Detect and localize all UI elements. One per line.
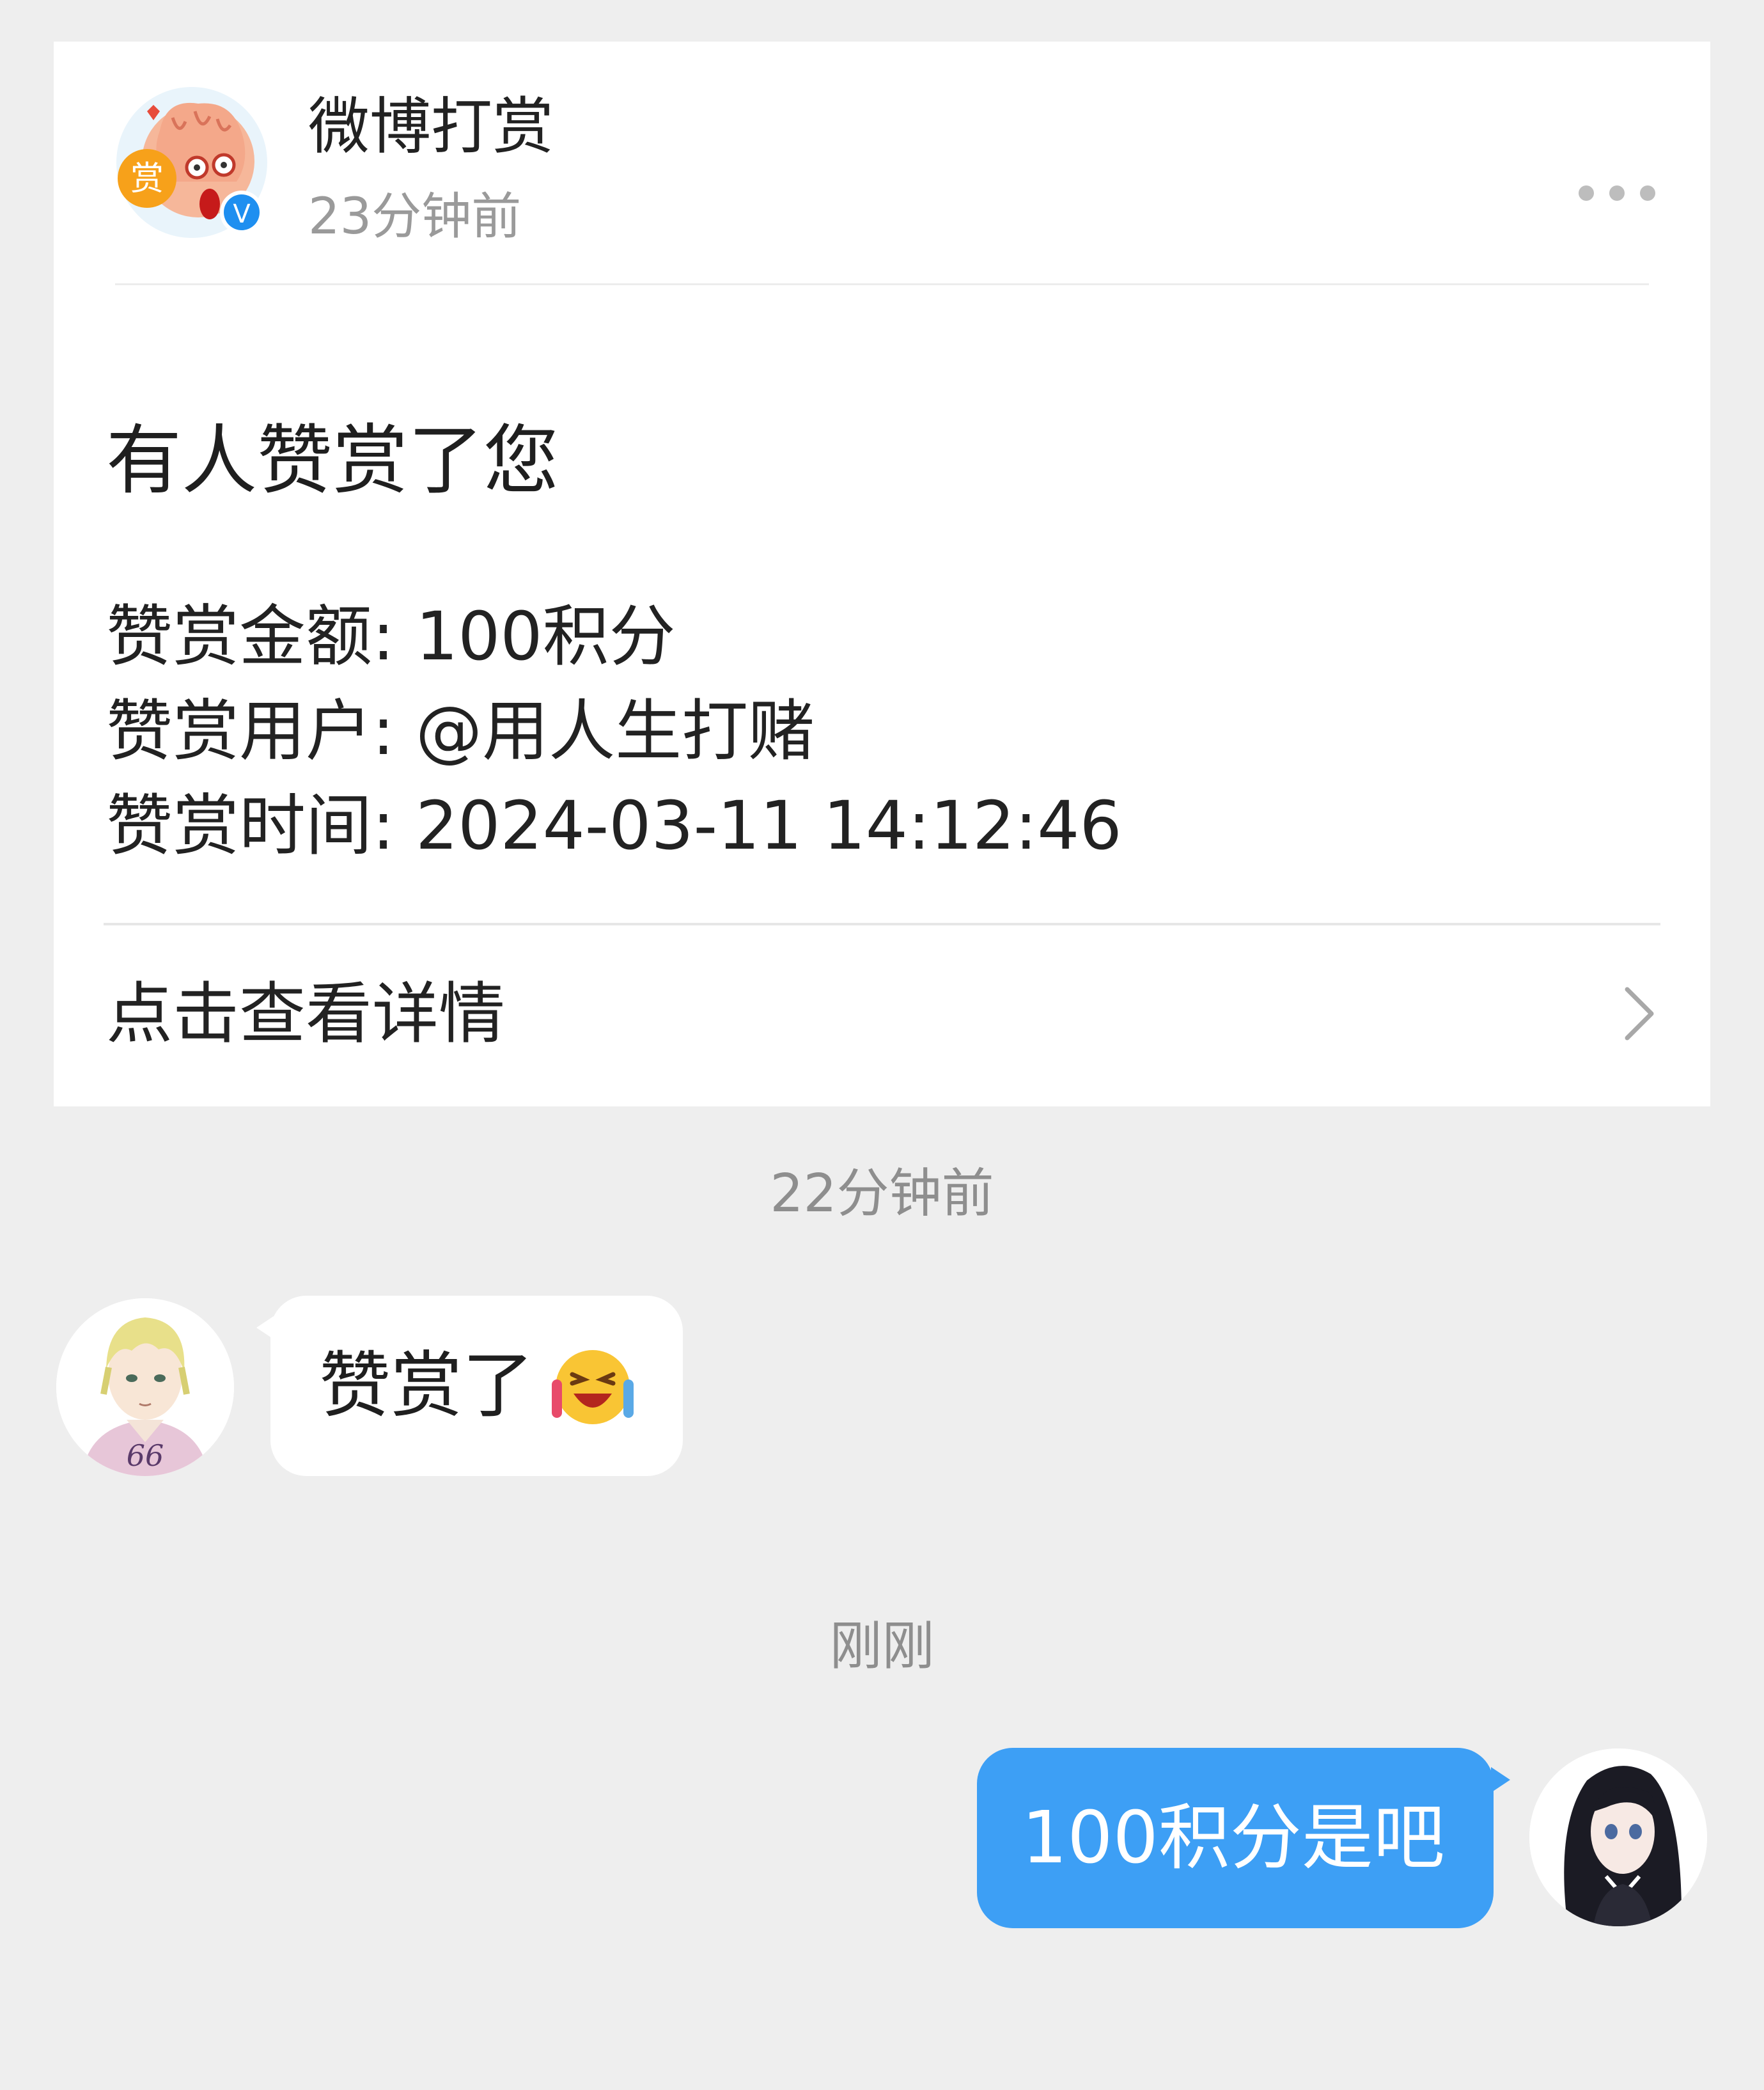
chat-timestamp: 刚刚 (829, 1616, 935, 1677)
notification-title: 有人赞赏了您 (106, 416, 559, 505)
sender-time: 23分钟前 (308, 188, 522, 246)
more-dot (1609, 185, 1625, 201)
reward-mascot-icon: 赏 V (116, 87, 267, 238)
laughing-crying-emoji-icon (552, 1350, 634, 1424)
more-dot (1640, 185, 1655, 201)
incoming-message-text: 赞赏了 (319, 1344, 534, 1427)
anime-boy-avatar-icon: 66 (56, 1298, 234, 1476)
jersey-number: 66 (127, 1438, 164, 1473)
view-details-link[interactable]: 点击查看详情 (54, 925, 1710, 1106)
reward-time: 赞赏时间: 2024-03-11 14:12:46 (106, 787, 1122, 865)
reward-notification-card: 赏 V 微博打赏 23分钟前 有人赞赏了您 赞赏金额: 100积分 赞赏用户: … (54, 42, 1710, 1106)
chevron-right-icon (1625, 987, 1654, 1041)
more-options-icon[interactable] (1579, 184, 1655, 203)
incoming-message-bubble[interactable]: 赞赏了 (256, 1296, 683, 1476)
reward-badge-text: 赏 (130, 160, 164, 198)
own-user-avatar[interactable] (1529, 1748, 1707, 1926)
view-details-label: 点击查看详情 (106, 975, 506, 1053)
sender-name[interactable]: 微博打赏 (308, 85, 554, 168)
outgoing-message-text: 100积分是吧 (1022, 1796, 1445, 1880)
chat-timestamp: 22分钟前 (770, 1163, 994, 1224)
anime-girl-avatar-icon (1529, 1748, 1707, 1926)
more-dot (1579, 185, 1594, 201)
outgoing-message-bubble[interactable]: 100积分是吧 (977, 1748, 1510, 1928)
reward-amount: 赞赏金额: 100积分 (106, 597, 676, 675)
verified-badge-icon: V (233, 200, 251, 229)
header-divider (115, 283, 1649, 285)
reward-user[interactable]: 赞赏用户: @用人生打赌 (106, 686, 815, 776)
sender-avatar[interactable]: 赏 V (115, 86, 269, 239)
incoming-user-avatar[interactable]: 66 (56, 1298, 234, 1476)
